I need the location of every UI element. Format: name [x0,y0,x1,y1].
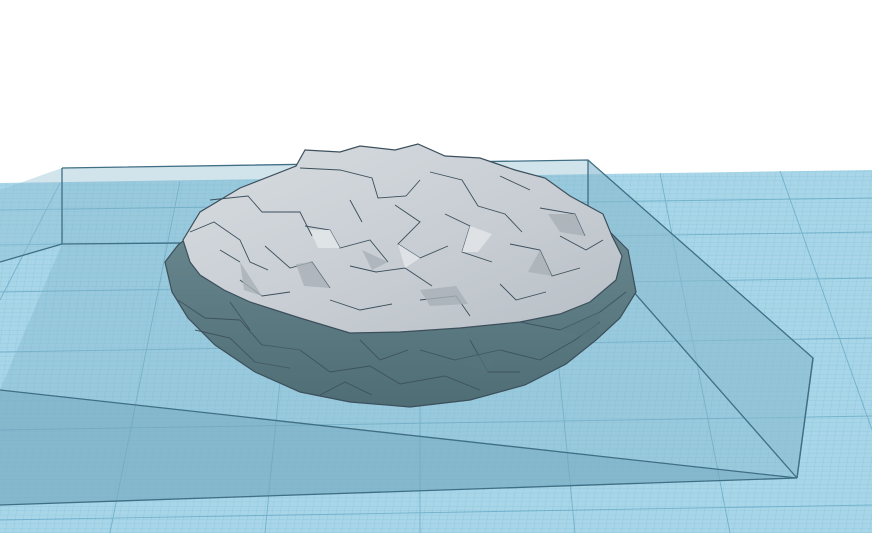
3d-viewport[interactable] [0,0,872,533]
viewport-scene[interactable] [0,0,872,533]
